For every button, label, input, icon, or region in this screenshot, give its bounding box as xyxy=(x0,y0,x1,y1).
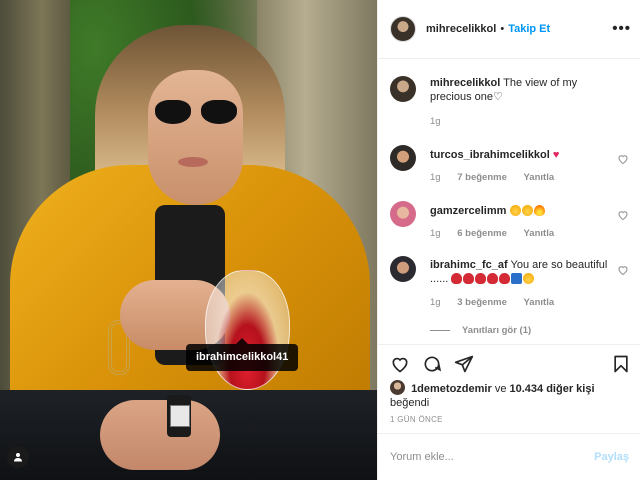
photo-hand-lower xyxy=(100,400,220,470)
comment-time[interactable]: 1g xyxy=(430,297,441,308)
photo-face xyxy=(148,70,243,205)
bouquet-emoji xyxy=(499,273,511,284)
avatar[interactable] xyxy=(390,380,405,395)
comment-text: gamzercelimm xyxy=(430,204,620,218)
rose-emoji xyxy=(451,273,463,284)
reply-button[interactable]: Yanıtla xyxy=(524,172,555,183)
photo-sunglasses xyxy=(155,100,237,126)
caption-meta: 1g xyxy=(430,116,455,127)
blue-square-emoji xyxy=(511,273,523,284)
comment-time[interactable]: 1g xyxy=(430,228,441,239)
comment-meta: 1g 6 beğenme Yanıtla xyxy=(430,228,568,239)
comment-username[interactable]: gamzercelimm xyxy=(430,205,506,217)
heart-icon[interactable] xyxy=(617,209,629,221)
post-comment-button[interactable]: Paylaş xyxy=(594,451,629,463)
likes-summary: 1demetozdemir ve 10.434 diğer kişi beğen… xyxy=(390,380,630,410)
comment-likes[interactable]: 7 beğenme xyxy=(457,172,507,183)
user-tag-icon[interactable] xyxy=(7,446,29,468)
rose-emoji xyxy=(463,273,475,284)
photo-watch xyxy=(167,395,191,437)
comment-username[interactable]: ibrahimc_fc_af xyxy=(430,259,508,271)
caption-username[interactable]: mihrecelikkol xyxy=(430,77,500,89)
smile-emoji xyxy=(509,205,521,216)
comments-list[interactable]: mihrecelikkol The view of my precious on… xyxy=(378,59,640,344)
smile-emoji xyxy=(523,273,535,284)
user-tag-label[interactable]: ibrahimcelikkol41 xyxy=(186,338,299,371)
comment-text: turcos_ibrahimcelikkol ♥ xyxy=(430,148,620,162)
smile-emoji xyxy=(521,205,533,216)
rose-emoji xyxy=(475,273,487,284)
more-options-icon[interactable]: ••• xyxy=(612,21,631,36)
view-replies-button[interactable]: Yanıtları gör (1) xyxy=(430,325,531,336)
view-replies-line xyxy=(430,330,450,331)
avatar[interactable] xyxy=(390,201,416,227)
post-header: mihrecelikkol • Takip Et ••• xyxy=(378,0,640,59)
fire-emoji xyxy=(533,205,545,216)
comment-input[interactable] xyxy=(390,451,595,463)
comment-emojis xyxy=(509,205,546,217)
comment-likes[interactable]: 6 beğenme xyxy=(457,228,507,239)
post-photo[interactable]: ibrahimcelikkol41 xyxy=(0,0,377,480)
avatar[interactable] xyxy=(390,145,416,171)
header-separator: • xyxy=(500,23,505,35)
photo-lips xyxy=(178,157,208,167)
photo-wine-glass xyxy=(205,270,290,390)
action-bar xyxy=(378,344,640,379)
comment-username[interactable]: turcos_ibrahimcelikkol xyxy=(430,149,550,161)
red-heart-emoji: ♥ xyxy=(552,149,560,161)
heart-icon[interactable] xyxy=(390,354,410,374)
follow-button[interactable]: Takip Et xyxy=(508,23,550,35)
liker-username[interactable]: 1demetozdemir xyxy=(411,383,492,395)
likes-suffix: beğendi xyxy=(390,397,430,409)
heart-icon[interactable] xyxy=(617,153,629,165)
heart-icon[interactable] xyxy=(617,264,629,276)
caption-time[interactable]: 1g xyxy=(430,116,441,127)
share-icon[interactable] xyxy=(454,354,474,374)
comment-emojis xyxy=(451,273,535,285)
comment-form: Paylaş xyxy=(378,433,640,480)
reply-button[interactable]: Yanıtla xyxy=(524,228,555,239)
comment-meta: 1g 7 beğenme Yanıtla xyxy=(430,172,568,183)
comment-text: ibrahimc_fc_af You are so beautiful ....… xyxy=(430,258,620,286)
avatar[interactable] xyxy=(390,16,416,42)
view-replies-label[interactable]: Yanıtları gör (1) xyxy=(462,325,531,336)
comment-time[interactable]: 1g xyxy=(430,172,441,183)
post-timestamp[interactable]: 1 GÜN ÖNCE xyxy=(390,415,443,424)
post-side-panel: mihrecelikkol • Takip Et ••• mihrecelikk… xyxy=(377,0,640,480)
caption-text: mihrecelikkol The view of my precious on… xyxy=(430,76,620,104)
likes-connector: ve xyxy=(494,383,507,395)
comment-icon[interactable] xyxy=(422,354,442,374)
others-likes-link[interactable]: 10.434 diğer kişi xyxy=(510,383,595,395)
header-username[interactable]: mihrecelikkol xyxy=(426,23,496,35)
avatar[interactable] xyxy=(390,76,416,102)
avatar[interactable] xyxy=(390,256,416,282)
comment-meta: 1g 3 beğenme Yanıtla xyxy=(430,297,568,308)
bookmark-icon[interactable] xyxy=(611,354,631,374)
comment-likes[interactable]: 3 beğenme xyxy=(457,297,507,308)
rose-emoji xyxy=(487,273,499,284)
reply-button[interactable]: Yanıtla xyxy=(524,297,555,308)
